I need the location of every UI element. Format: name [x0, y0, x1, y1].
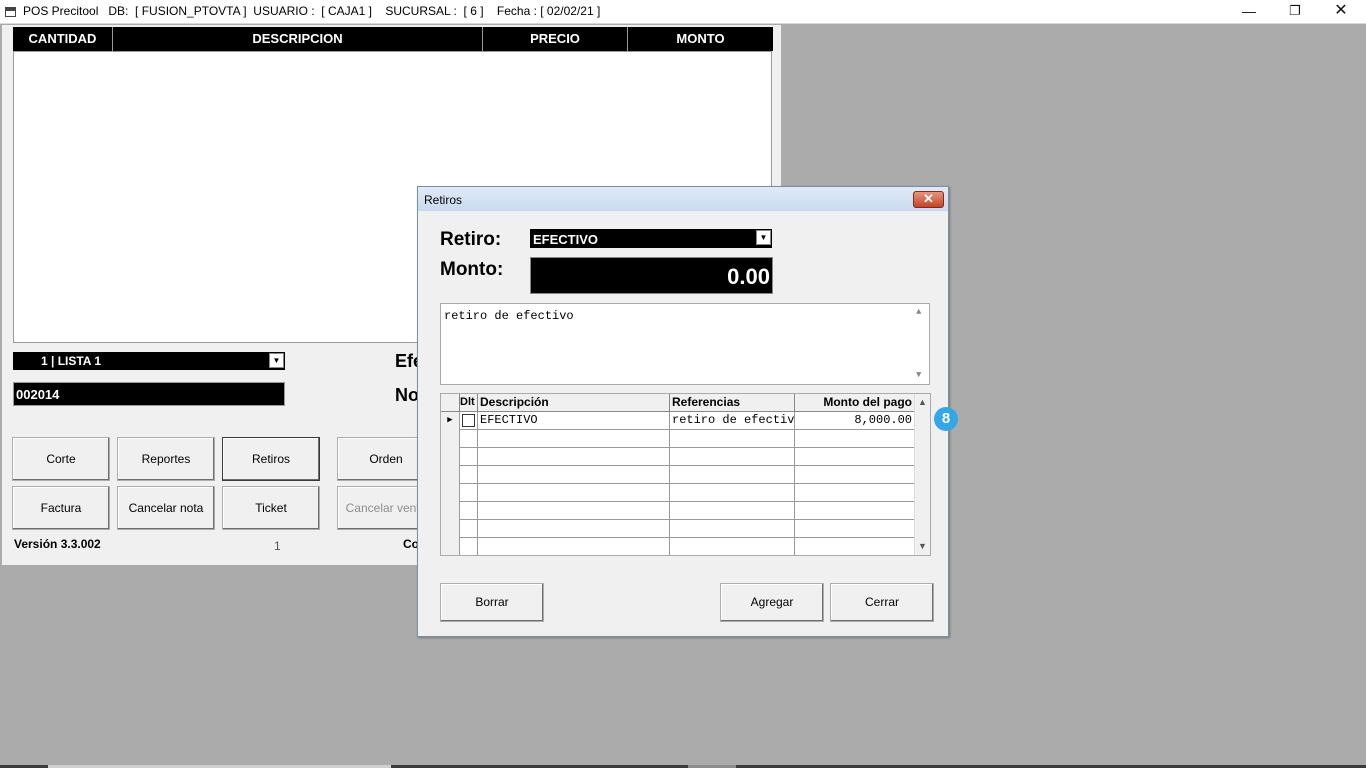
notes-text: retiro de efectivo [444, 309, 574, 323]
dialog-titlebar[interactable]: Retiros ✕ [418, 187, 948, 211]
cell-monto[interactable]: 8,000.00 [795, 412, 915, 430]
grid-scrollbar[interactable]: ▲ ▼ [914, 394, 930, 555]
table-row[interactable] [441, 502, 915, 520]
table-row[interactable] [441, 520, 915, 538]
minimize-button[interactable]: — [1226, 0, 1272, 24]
item-count: 1 [274, 539, 281, 553]
scroll-up-icon[interactable]: ▲ [916, 307, 921, 317]
monto-label: Monto: [440, 259, 504, 280]
factura-button[interactable]: Factura [12, 486, 110, 530]
monto-value: 0.00 [727, 264, 770, 289]
notes-scrollbar[interactable]: ▲ ▼ [912, 304, 929, 384]
delete-checkbox[interactable] [462, 414, 475, 427]
app-titlebar: POS Precitool DB: [ FUSION_PTOVTA ] USUA… [0, 0, 1366, 24]
retiros-button[interactable]: Retiros [222, 437, 320, 481]
close-window-button[interactable]: ✕ [1318, 0, 1364, 24]
scroll-up-icon[interactable]: ▲ [918, 397, 927, 407]
cerrar-button[interactable]: Cerrar [830, 583, 934, 622]
price-list-select[interactable]: 1 | LISTA 1 ▼ [13, 352, 285, 370]
retiros-grid[interactable]: Dlt Descripción Referencias Monto del pa… [440, 393, 931, 556]
corte-button[interactable]: Corte [12, 437, 110, 481]
reportes-button[interactable]: Reportes [117, 437, 215, 481]
dialog-close-button[interactable]: ✕ [913, 191, 944, 208]
scroll-down-icon[interactable]: ▼ [916, 370, 921, 380]
nota-label: Nota [395, 385, 417, 405]
scroll-down-icon[interactable]: ▼ [918, 541, 927, 551]
column-precio[interactable]: PRECIO [483, 27, 628, 51]
table-row[interactable] [441, 538, 915, 555]
table-row[interactable] [441, 430, 915, 448]
column-referencias[interactable]: Referencias [670, 394, 795, 412]
column-monto[interactable]: MONTO [628, 27, 773, 51]
cell-referencias[interactable]: retiro de efectivo [670, 412, 795, 430]
folio-field[interactable]: 002014 [13, 382, 285, 406]
agregar-button[interactable]: Agregar [720, 583, 824, 622]
version-label: Versión 3.3.002 [14, 537, 101, 551]
retiros-grid-header: Dlt Descripción Referencias Monto del pa… [441, 394, 915, 412]
delete-checkbox-cell[interactable] [460, 412, 478, 430]
row-header-corner [441, 394, 460, 412]
app-title: POS Precitool DB: [ FUSION_PTOVTA ] USUA… [23, 4, 601, 18]
cancelar-nota-button[interactable]: Cancelar nota [117, 486, 215, 530]
restore-button[interactable]: ❐ [1272, 0, 1318, 24]
table-row[interactable] [441, 466, 915, 484]
folio-value: 002014 [16, 387, 60, 402]
monto-field[interactable]: 0.00 [530, 257, 773, 294]
cell-descripcion[interactable]: EFECTIVO [478, 412, 670, 430]
ticket-button[interactable]: Ticket [222, 486, 320, 530]
column-monto-pago[interactable]: Monto del pago [795, 394, 915, 412]
current-row-arrow-icon: ▶ [441, 412, 460, 430]
borrar-button[interactable]: Borrar [440, 583, 544, 622]
table-row[interactable]: ▶ EFECTIVO retiro de efectivo 8,000.00 [441, 412, 915, 430]
table-row[interactable] [441, 448, 915, 466]
chevron-down-icon[interactable]: ▼ [269, 353, 284, 368]
sales-grid-header: CANTIDAD DESCRIPCION PRECIO MONTO [13, 27, 773, 51]
notes-textarea[interactable]: retiro de efectivo ▲ ▼ [440, 303, 930, 385]
column-dlt[interactable]: Dlt [460, 394, 478, 412]
efectivo-label: Efectivo [395, 351, 417, 371]
scroll-indicator-badge: 8 [934, 407, 958, 431]
table-row[interactable] [441, 484, 915, 502]
column-descripcion[interactable]: DESCRIPCION [113, 27, 483, 51]
retiro-label: Retiro: [440, 229, 502, 250]
column-descripcion[interactable]: Descripción [478, 394, 670, 412]
retiro-type-value: EFECTIVO [533, 232, 599, 247]
app-window-icon [5, 7, 16, 17]
price-list-value: 1 | LISTA 1 [41, 354, 102, 368]
retiro-type-select[interactable]: EFECTIVO ▼ [530, 229, 772, 248]
dialog-title: Retiros [424, 193, 463, 207]
chevron-down-icon[interactable]: ▼ [756, 230, 771, 245]
column-cantidad[interactable]: CANTIDAD [13, 27, 113, 51]
retiros-dialog: Retiros ✕ Retiro: Monto: EFECTIVO ▼ 0.00… [417, 186, 949, 637]
